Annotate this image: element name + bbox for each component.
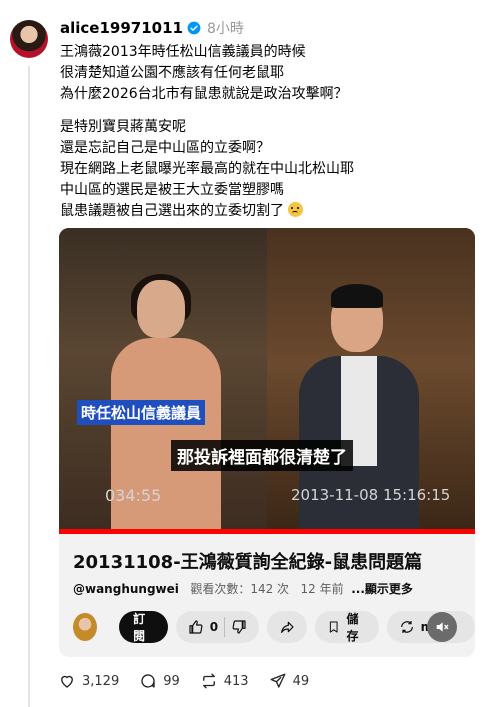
youtube-embed-card[interactable]: 時任松山信義議員 那投訴裡面都很清楚了 034:55 2013-11-08 15… xyxy=(59,228,475,657)
speaker-right-hair xyxy=(331,284,383,308)
like-divider xyxy=(224,617,226,637)
worried-face-emoji-icon xyxy=(288,202,304,217)
post-line: 鼠患議題被自己選出來的立委切割了 xyxy=(60,203,284,219)
comment-stat[interactable]: 99 xyxy=(139,672,180,690)
repost-stat[interactable]: 413 xyxy=(200,672,249,690)
post-line-last: 鼠患議題被自己選出來的立委切割了 xyxy=(60,201,480,222)
username[interactable]: alice19971011 xyxy=(60,19,183,37)
mute-button[interactable] xyxy=(427,612,457,642)
post-stats-bar: 3,129 99 413 49 xyxy=(58,672,309,690)
user-avatar[interactable] xyxy=(10,20,48,58)
comment-total: 99 xyxy=(163,673,180,689)
channel-avatar[interactable] xyxy=(73,613,98,641)
like-dislike-pill: 0 xyxy=(175,611,260,643)
video-age: 12 年前 xyxy=(300,582,344,596)
video-subtitle: 那投訴裡面都很清楚了 xyxy=(171,440,353,471)
comment-bubble-icon xyxy=(141,674,155,688)
video-timestamp-left: 034:55 xyxy=(105,486,162,505)
share-button[interactable] xyxy=(267,611,308,643)
repost-icon xyxy=(202,673,215,689)
post-line: 是特別寶貝蔣萬安呢 xyxy=(60,119,186,135)
video-timestamp-right: 2013-11-08 15:16:15 xyxy=(291,486,451,504)
save-button[interactable]: 儲存 xyxy=(315,611,379,643)
like-stat[interactable]: 3,129 xyxy=(58,672,119,690)
share-total: 49 xyxy=(292,673,310,689)
send-icon xyxy=(270,673,286,688)
bookmark-icon xyxy=(329,621,338,633)
post-line: 王鴻薇2013年時任松山信義議員的時候 xyxy=(60,44,306,60)
video-caption-tag: 時任松山信義議員 xyxy=(77,400,206,425)
share-stat[interactable]: 49 xyxy=(269,672,310,690)
verified-badge-icon xyxy=(187,21,201,35)
subscribe-button[interactable]: 訂閱 xyxy=(119,611,168,643)
video-progress-fill xyxy=(59,529,475,534)
thumbs-up-icon[interactable] xyxy=(188,619,204,635)
thumbs-down-icon[interactable] xyxy=(231,619,247,635)
post-line: 現在網路上老鼠曝光率最高的就在中山北松山耶 xyxy=(60,161,354,177)
post-line: 中山區的選民是被王大立委當塑膠嗎 xyxy=(60,182,284,198)
video-title[interactable]: 20131108-王鴻薇質詢全紀錄-鼠患問題篇 xyxy=(73,548,422,574)
thread-line xyxy=(28,66,30,707)
remix-icon xyxy=(400,621,413,633)
muted-speaker-icon xyxy=(436,622,449,632)
repost-total: 413 xyxy=(223,673,249,689)
post-line: 還是忘記自己是中山區的立委啊？ xyxy=(60,140,270,156)
share-arrow-icon xyxy=(281,621,294,633)
post-time[interactable]: 8小時 xyxy=(207,18,244,38)
video-progress-bar[interactable] xyxy=(59,529,475,534)
post-line: 為什麼2026台北市有鼠患就說是政治攻擊啊？ xyxy=(60,86,348,102)
speaker-left-face xyxy=(137,280,185,338)
channel-handle[interactable]: @wanghungwei xyxy=(73,582,179,596)
heart-icon xyxy=(61,675,73,688)
like-total: 3,129 xyxy=(82,673,120,689)
save-label: 儲存 xyxy=(346,612,359,643)
post-body: 王鴻薇2013年時任松山信義議員的時候 很清楚知道公園不應該有任何老鼠耶 為什麼… xyxy=(60,42,480,222)
like-count: 0 xyxy=(209,620,219,634)
show-more-link[interactable]: ...顯示更多 xyxy=(351,582,413,596)
video-action-bar: 訂閱 0 儲存 mix xyxy=(73,610,475,644)
view-count: 觀看次數：142 次 xyxy=(190,582,290,596)
post-line: 很清楚知道公園不應該有任何老鼠耶 xyxy=(60,65,284,81)
video-player[interactable]: 時任松山信義議員 那投訴裡面都很清楚了 034:55 2013-11-08 15… xyxy=(59,228,475,534)
post-header: alice19971011 8小時 xyxy=(60,18,244,38)
video-meta: @wanghungwei 觀看次數：142 次 12 年前 ...顯示更多 xyxy=(73,580,413,597)
